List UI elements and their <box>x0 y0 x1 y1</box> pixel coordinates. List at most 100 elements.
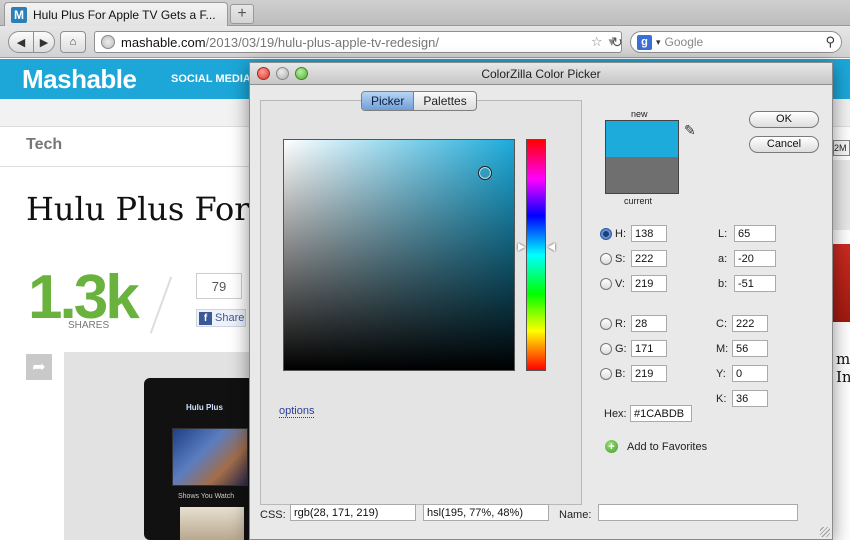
tab-picker[interactable]: Picker <box>362 92 415 110</box>
add-icon: + <box>605 440 618 453</box>
lab-l-input[interactable] <box>734 225 776 242</box>
divider-slash <box>149 276 173 334</box>
tv-nav-label: Hulu Plus <box>186 403 223 412</box>
color-picker-dialog: ColorZilla Color Picker Picker Palettes … <box>249 62 833 540</box>
tab-title: Hulu Plus For Apple TV Gets a F... <box>33 7 216 22</box>
add-to-favorites-button[interactable]: + Add to Favorites <box>605 440 707 453</box>
green-radio[interactable] <box>600 342 612 355</box>
hex-field: Hex: <box>604 405 692 422</box>
css-rgb-output[interactable] <box>290 504 416 521</box>
blue-field: B: <box>600 365 667 382</box>
facebook-icon: f <box>199 311 212 325</box>
search-icon[interactable]: ⚲ <box>825 34 835 50</box>
value-input[interactable] <box>631 275 667 292</box>
right-side-button[interactable]: 2M <box>833 140 850 156</box>
new-color-swatch <box>606 121 678 157</box>
hue-input[interactable] <box>631 225 667 242</box>
hue-slider-left-arrow-icon[interactable] <box>518 243 525 251</box>
right-side-ad[interactable] <box>833 244 850 322</box>
address-bar[interactable]: mashable.com/2013/03/19/hulu-plus-apple-… <box>94 31 622 53</box>
new-tab-button[interactable]: + <box>230 4 254 24</box>
color-swatch <box>605 120 679 194</box>
navigation-bar: ◀ ▶ ⌂ mashable.com/2013/03/19/hulu-plus-… <box>0 26 850 58</box>
green-input[interactable] <box>631 340 667 357</box>
search-dropdown-icon[interactable]: ▾ <box>656 37 661 48</box>
options-link[interactable]: options <box>279 405 315 418</box>
reload-icon: ↻ <box>611 33 623 50</box>
color-name-input[interactable] <box>598 504 798 521</box>
hex-input[interactable] <box>630 405 692 422</box>
new-color-label: new <box>631 109 648 119</box>
saturation-input[interactable] <box>631 250 667 267</box>
cyan-field: C: <box>716 315 768 332</box>
yellow-field: Y: <box>716 365 768 382</box>
minimize-window-icon[interactable] <box>276 67 289 80</box>
share-arrow-icon[interactable]: ➦ <box>26 354 52 380</box>
tab-palettes[interactable]: Palettes <box>414 92 475 110</box>
saturation-radio[interactable] <box>600 252 612 265</box>
site-logo[interactable]: Mashable <box>22 64 137 95</box>
lab-b-field: b: <box>718 275 776 292</box>
hue-slider[interactable] <box>526 139 546 371</box>
home-icon: ⌂ <box>69 36 77 48</box>
tv-feature-image <box>172 428 248 486</box>
close-window-icon[interactable] <box>257 67 270 80</box>
yellow-input[interactable] <box>732 365 768 382</box>
magenta-input[interactable] <box>732 340 768 357</box>
blue-input[interactable] <box>631 365 667 382</box>
forward-arrow-icon: ▶ <box>39 36 49 49</box>
red-radio[interactable] <box>600 317 612 330</box>
article-headline: Hulu Plus For <box>26 190 250 228</box>
color-cursor[interactable] <box>478 166 492 180</box>
lab-a-field: a: <box>718 250 776 267</box>
mashable-favicon-icon: M <box>11 6 27 23</box>
current-color-label: current <box>624 196 653 206</box>
css-hsl-output[interactable] <box>423 504 549 521</box>
forward-button[interactable]: ▶ <box>33 31 55 53</box>
google-icon[interactable]: g <box>637 34 652 50</box>
blue-radio[interactable] <box>600 367 612 380</box>
browser-tab[interactable]: M Hulu Plus For Apple TV Gets a F... <box>4 2 228 26</box>
search-bar[interactable]: g ▾ Google ⚲ <box>630 31 842 53</box>
reload-button[interactable]: ↻ <box>606 31 628 53</box>
cancel-button[interactable]: Cancel <box>749 136 819 153</box>
saturation-field: S: <box>600 250 667 267</box>
url-path: /2013/03/19/hulu-plus-apple-tv-redesign/ <box>205 34 439 50</box>
current-color-swatch[interactable] <box>606 157 678 193</box>
right-side-text: msInf <box>836 350 850 386</box>
site-identity-icon <box>101 35 115 49</box>
lab-a-input[interactable] <box>734 250 776 267</box>
facebook-share-button[interactable]: f Share <box>196 309 246 327</box>
plus-icon: + <box>237 5 247 22</box>
hue-slider-right-arrow-icon[interactable] <box>548 243 555 251</box>
divider <box>0 166 250 167</box>
add-to-favorites-label: Add to Favorites <box>627 440 708 453</box>
red-field: R: <box>600 315 667 332</box>
green-field: G: <box>600 340 667 357</box>
lab-l-field: L: <box>718 225 776 242</box>
like-count: 79 <box>196 273 242 299</box>
lab-b-input[interactable] <box>734 275 776 292</box>
value-field: V: <box>600 275 667 292</box>
ok-button[interactable]: OK <box>749 111 819 128</box>
back-button[interactable]: ◀ <box>8 31 34 53</box>
dialog-title: ColorZilla Color Picker <box>481 67 601 81</box>
tv-thumbnail <box>180 507 244 540</box>
value-radio[interactable] <box>600 277 612 290</box>
tv-shows-label: Shows You Watch <box>178 493 235 500</box>
bookmark-star-icon[interactable]: ☆ <box>591 34 603 50</box>
back-arrow-icon: ◀ <box>16 36 26 49</box>
url-domain: mashable.com <box>121 34 206 50</box>
eyedropper-icon[interactable]: ✎ <box>684 122 696 139</box>
black-input[interactable] <box>732 390 768 407</box>
css-output-row: CSS: Name: <box>250 501 832 529</box>
cyan-input[interactable] <box>732 315 768 332</box>
home-button[interactable]: ⌂ <box>60 31 86 53</box>
red-input[interactable] <box>631 315 667 332</box>
hue-radio[interactable] <box>600 227 612 240</box>
nav-social-media[interactable]: SOCIAL MEDIA <box>171 73 251 85</box>
zoom-window-icon[interactable] <box>295 67 308 80</box>
section-label[interactable]: Tech <box>26 136 62 154</box>
resize-grip-icon[interactable] <box>820 527 830 537</box>
right-side-image <box>833 160 850 230</box>
